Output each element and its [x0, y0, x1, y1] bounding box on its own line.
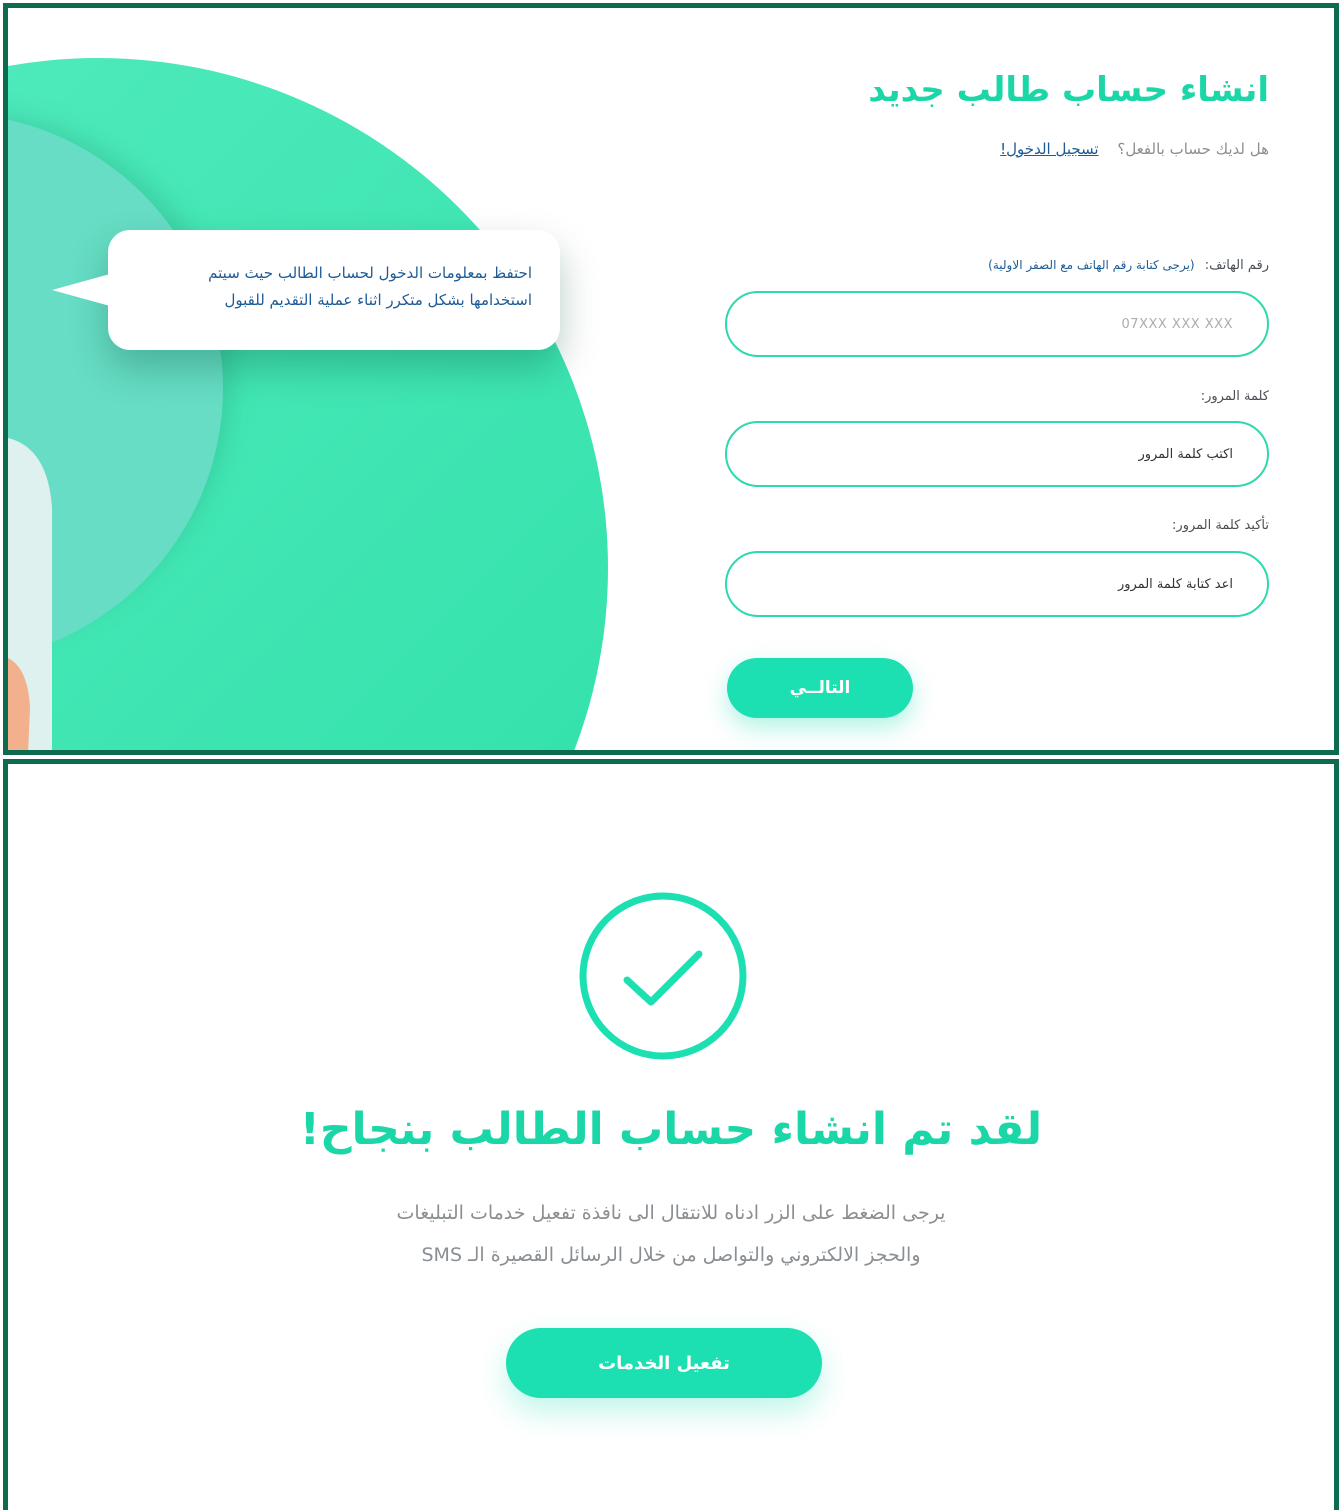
registration-form: انشاء حساب طالب جديد هل لديك حساب بالفعل… [709, 8, 1269, 750]
phone-label-row: رقم الهاتف: (يرجى كتابة رقم الهاتف مع ال… [988, 258, 1269, 273]
login-link[interactable]: تسجيل الدخول! [1000, 140, 1098, 158]
page-title: انشاء حساب طالب جديد [868, 70, 1269, 110]
login-prompt: هل لديك حساب بالفعل؟ تسجيل الدخول! [1000, 140, 1269, 158]
next-button[interactable]: التالــي [727, 658, 913, 718]
login-question: هل لديك حساب بالفعل؟ [1117, 140, 1269, 158]
success-title: لقد تم انشاء حساب الطالب بنجاح! [299, 1104, 1043, 1155]
success-panel: لقد تم انشاء حساب الطالب بنجاح! يرجى الض… [3, 759, 1339, 1510]
tooltip-line-1: احتفظ بمعلومات الدخول لحساب الطالب حيث س… [208, 264, 532, 282]
activate-services-button[interactable]: تفعيل الخدمات [506, 1328, 822, 1398]
success-message: يرجى الضغط على الزر ادناه للانتقال الى ن… [8, 1192, 1334, 1276]
tooltip-line-2: استخدامها بشكل متكرر اثناء عملية التقديم… [224, 291, 532, 309]
phone-hint: (يرجى كتابة رقم الهاتف مع الصفر الاولية) [988, 258, 1195, 272]
password-input[interactable] [725, 421, 1269, 487]
registration-panel: احتفظ بمعلومات الدخول لحساب الطالب حيث س… [3, 3, 1339, 755]
phone-input[interactable] [725, 291, 1269, 357]
check-circle-icon [579, 892, 747, 1060]
confirm-password-input[interactable] [725, 551, 1269, 617]
background-illustration [8, 58, 608, 750]
confirm-password-label: تأكيد كلمة المرور: [1172, 518, 1269, 533]
password-label: كلمة المرور: [1200, 389, 1269, 404]
phone-label: رقم الهاتف: [1204, 258, 1269, 273]
info-speech-bubble: احتفظ بمعلومات الدخول لحساب الطالب حيث س… [52, 230, 560, 350]
success-message-line-2: والحجز الالكتروني والتواصل من خلال الرسا… [421, 1244, 921, 1266]
success-message-line-1: يرجى الضغط على الزر ادناه للانتقال الى ن… [396, 1202, 946, 1224]
